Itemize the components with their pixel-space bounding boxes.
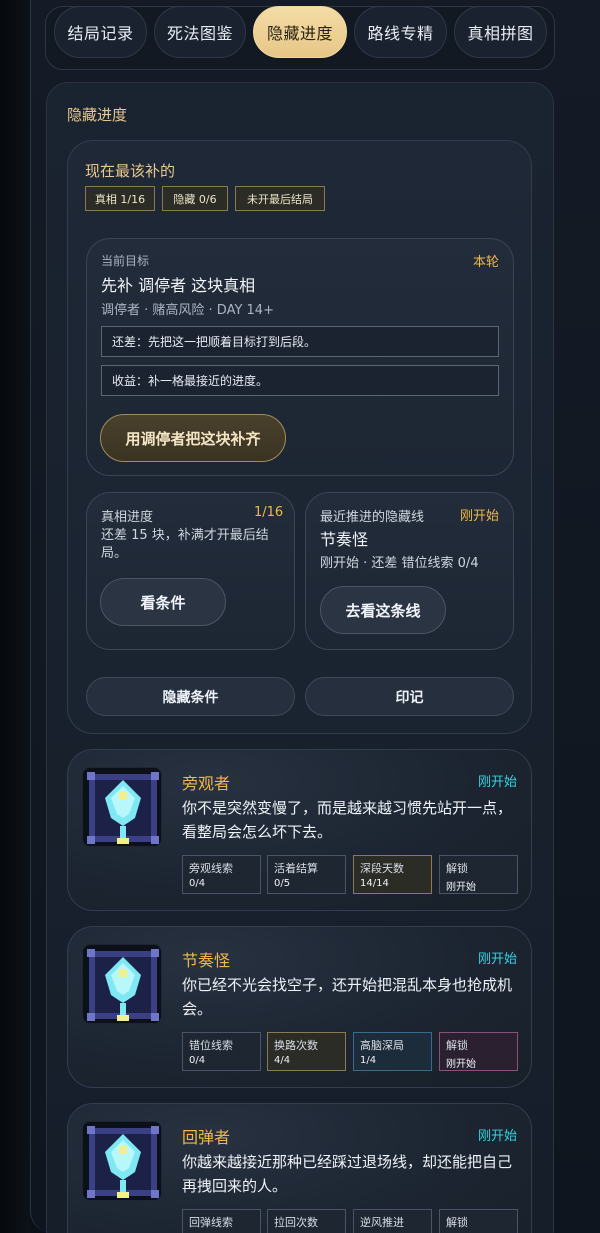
- stat-cell: 活着结算 0/5: [267, 855, 346, 894]
- persona-name: 节奏怪: [182, 951, 231, 970]
- stat-cell: 换路次数 4/4: [267, 1032, 346, 1071]
- goal-tag: 本轮: [473, 255, 500, 270]
- stat-cell: 解锁: [439, 1209, 518, 1233]
- view-this-line-button[interactable]: 去看这条线: [320, 586, 446, 634]
- recent-name: 节奏怪: [320, 530, 369, 549]
- stat-cell: 回弹线索: [182, 1209, 261, 1233]
- stat-cell: 解锁 刚开始: [439, 1032, 518, 1071]
- priority-title: 现在最该补的: [85, 162, 176, 180]
- chip-hidden: 隐藏 0/6: [162, 186, 228, 211]
- stat-cell: 旁观线索 0/4: [182, 855, 261, 894]
- truth-desc: 还差 15 块，补满才开最后结局。: [101, 528, 269, 561]
- tab-endings[interactable]: 结局记录: [54, 6, 147, 58]
- tab-deaths[interactable]: 死法图鉴: [154, 6, 246, 58]
- truth-count: 1/16: [254, 505, 284, 520]
- recent-desc: 刚开始 · 还差 错位线索 0/4: [320, 556, 479, 571]
- persona-desc: 你不是突然变慢了，而是越来越习惯先站开一点，看整局会怎么坏下去。: [182, 799, 513, 841]
- persona-name: 旁观者: [182, 774, 231, 793]
- goal-meta: 调停者 · 赌高风险 · DAY 14+: [101, 303, 274, 318]
- recent-status: 刚开始: [460, 509, 500, 524]
- persona-status: 刚开始: [478, 952, 518, 967]
- tab-hidden-progress[interactable]: 隐藏进度: [253, 6, 347, 58]
- stat-cell: 错位线索 0/4: [182, 1032, 261, 1071]
- goal-headline: 先补 调停者 这块真相: [101, 276, 256, 295]
- chip-truth: 真相 1/16: [85, 186, 155, 211]
- persona-desc: 你越来越接近那种已经踩过退场线，却还能把自己再拽回来的人。: [182, 1153, 513, 1195]
- tab-route-mastery[interactable]: 路线专精: [354, 6, 447, 58]
- persona-status: 刚开始: [478, 775, 518, 790]
- tab-truth-puzzle[interactable]: 真相拼图: [454, 6, 547, 58]
- panel-title: 隐藏进度: [67, 106, 128, 124]
- stat-cell: 拉回次数: [267, 1209, 346, 1233]
- marks-button[interactable]: 印记: [305, 677, 514, 716]
- crystal-avatar-icon: [82, 1121, 162, 1201]
- crystal-avatar-icon: [82, 944, 162, 1024]
- persona-status: 刚开始: [478, 1129, 518, 1144]
- persona-name: 回弹者: [182, 1128, 231, 1147]
- chip-final-ending: 未开最后结局: [235, 186, 325, 211]
- fill-with-mediator-button[interactable]: 用调停者把这块补齐: [100, 414, 286, 462]
- stat-cell: 解锁 刚开始: [439, 855, 518, 894]
- truth-label: 真相进度: [101, 510, 154, 525]
- goal-label: 当前目标: [101, 254, 150, 268]
- stat-cell: 深段天数 14/14: [353, 855, 432, 894]
- recent-label: 最近推进的隐藏线: [320, 510, 425, 525]
- goal-remaining: 还差：先把这一把顺着目标打到后段。: [101, 326, 499, 357]
- hidden-conditions-button[interactable]: 隐藏条件: [86, 677, 295, 716]
- view-conditions-button[interactable]: 看条件: [100, 578, 226, 626]
- stat-cell: 高脑深局 1/4: [353, 1032, 432, 1071]
- crystal-avatar-icon: [82, 767, 162, 847]
- persona-desc: 你已经不光会找空子，还开始把混乱本身也抢成机会。: [182, 976, 513, 1018]
- stat-cell: 逆风推进: [353, 1209, 432, 1233]
- left-edge: [0, 0, 30, 1233]
- goal-reward: 收益：补一格最接近的进度。: [101, 365, 499, 396]
